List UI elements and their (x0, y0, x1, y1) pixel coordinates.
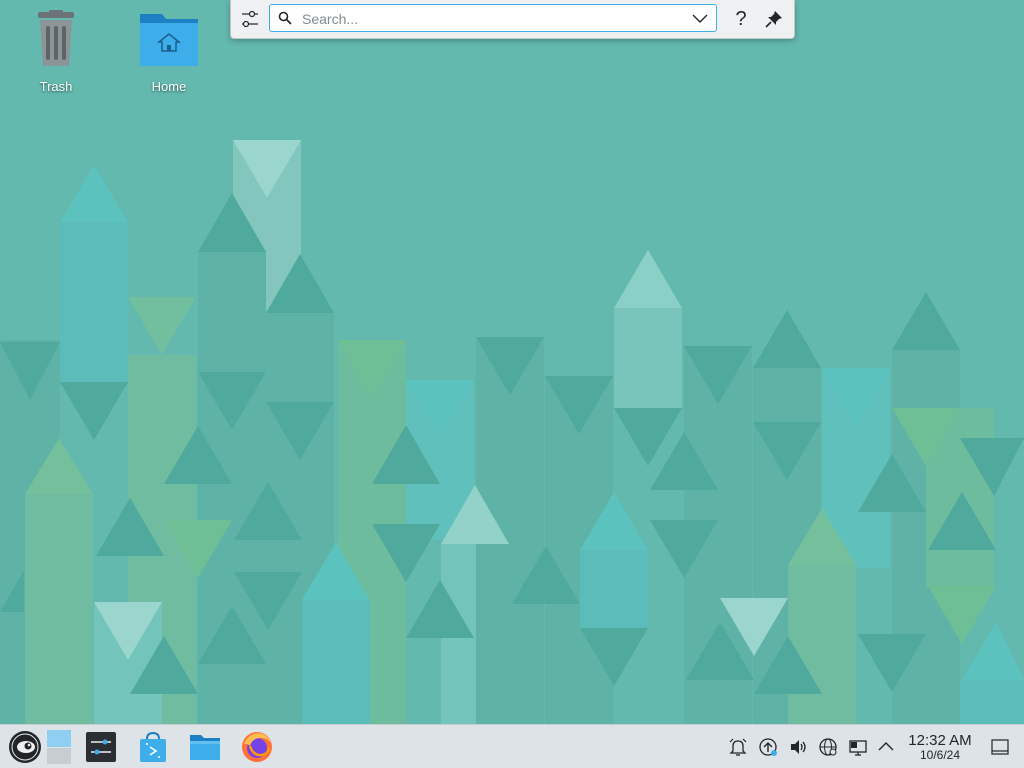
volume-icon[interactable] (788, 737, 808, 757)
desktop-icon-trash[interactable]: Trash (6, 10, 106, 94)
configure-icon[interactable] (239, 8, 261, 30)
file-manager-icon[interactable] (188, 730, 222, 764)
desktop-icon-home[interactable]: Home (119, 10, 219, 94)
help-button[interactable]: ? (731, 7, 751, 31)
desktop-wallpaper (0, 0, 1024, 724)
network-icon[interactable] (818, 737, 838, 757)
search-field[interactable] (269, 4, 717, 32)
digital-clock[interactable]: 12:32 AM 10/6/24 (902, 732, 978, 762)
pin-icon[interactable] (764, 9, 784, 29)
application-launcher-icon[interactable] (8, 730, 42, 764)
firefox-icon[interactable] (240, 730, 274, 764)
clock-date: 10/6/24 (919, 748, 961, 762)
krunner-bar: ? (230, 0, 795, 39)
chevron-down-icon[interactable] (692, 11, 708, 25)
trash-icon (38, 10, 74, 66)
search-icon (278, 11, 292, 25)
taskbar-panel: 12:32 AM 10/6/24 (0, 724, 1024, 768)
chevron-up-icon[interactable] (876, 737, 896, 757)
desktop-icon-label: Trash (39, 79, 73, 94)
home-folder-icon (140, 14, 198, 66)
desktop-icon-label: Home (151, 79, 187, 94)
system-settings-icon[interactable] (84, 730, 118, 764)
notifications-icon[interactable] (728, 737, 748, 757)
search-input[interactable] (300, 8, 684, 30)
display-icon[interactable] (848, 737, 868, 757)
updates-icon[interactable] (758, 737, 778, 757)
discover-icon[interactable] (136, 730, 170, 764)
show-desktop-icon[interactable] (990, 737, 1010, 757)
clock-time: 12:32 AM (908, 732, 972, 749)
pager-icon[interactable] (46, 730, 72, 764)
